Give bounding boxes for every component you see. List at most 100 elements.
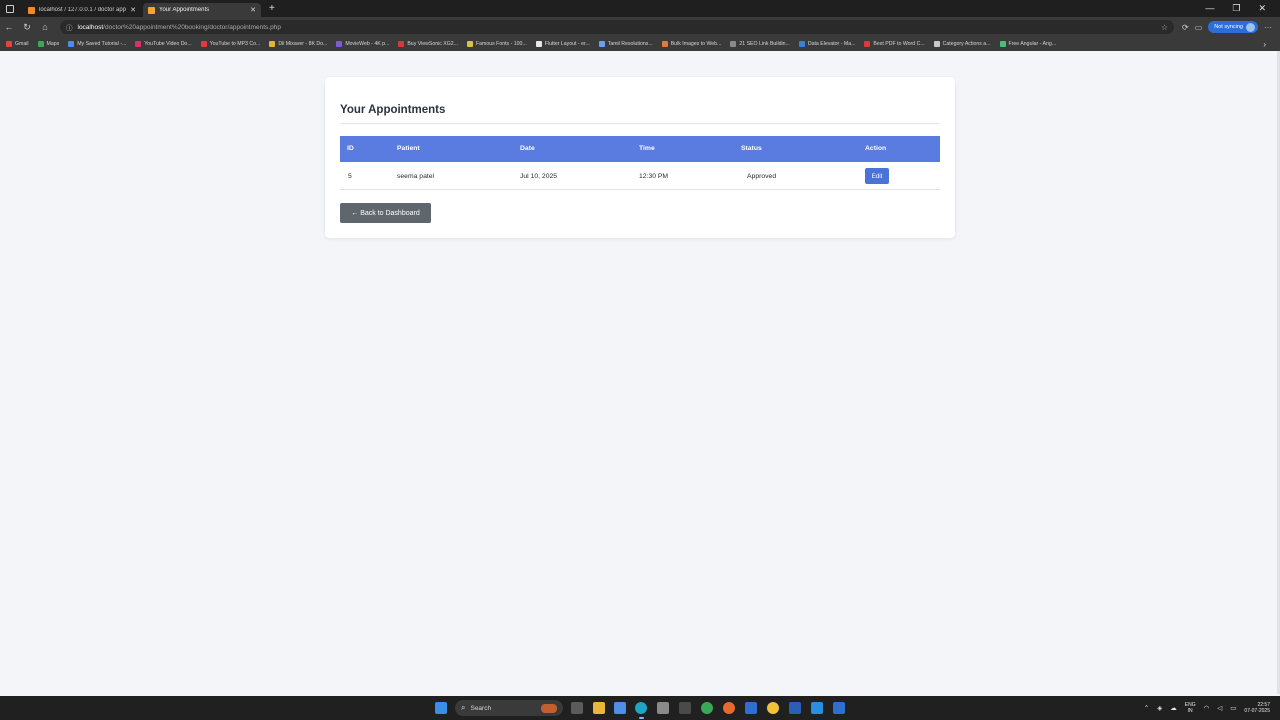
table-header: ID Patient Date Time Status Action (340, 136, 940, 162)
bookmark-item[interactable]: Gmail (6, 41, 29, 47)
region-code: IN (1187, 708, 1193, 714)
file-explorer-icon[interactable] (593, 702, 605, 714)
chevron-up-icon[interactable]: ⌃ (1144, 704, 1149, 712)
task-view-icon[interactable] (571, 702, 583, 714)
page-icon (148, 6, 155, 14)
browser-tab-bar: localhost / 127.0.0.1 / doctor app ✕ You… (0, 0, 1280, 17)
extensions-icon[interactable]: ⟳ (1182, 23, 1189, 32)
cell-patient: seema patel (397, 173, 435, 180)
security-icon[interactable]: ◈ (1157, 704, 1162, 712)
terminal-icon[interactable] (745, 702, 757, 714)
bookmark-item[interactable]: Tamil Resolutions... (598, 41, 653, 47)
restore-icon[interactable]: ❐ (1232, 3, 1240, 14)
bookmark-label: Famous Fonts - 100... (476, 41, 527, 47)
store-icon[interactable] (657, 702, 669, 714)
bookmark-label: Free Angular - Ang... (1008, 41, 1057, 47)
bookmark-label: Dil Mixaver - 8K Do... (278, 41, 328, 47)
clock-date: 07-07-2025 (1244, 708, 1270, 714)
bookmark-icon (661, 41, 668, 47)
firefox-icon[interactable] (723, 702, 735, 714)
bookmarks-bar: Gmail Maps My Saved Tutorial -... YouTube V… (0, 37, 1280, 51)
bookmark-item[interactable]: YouTube Video Do... (135, 41, 192, 47)
bookmark-icon (798, 41, 805, 47)
bookmark-item[interactable]: Bulk Images to Web... (661, 41, 721, 47)
powershell-icon[interactable] (833, 702, 845, 714)
taskbar-search[interactable]: ⌕ Search (455, 700, 563, 716)
column-header-time: Time (639, 145, 655, 152)
appointments-card: Your Appointments ID Patient Date Time S… (325, 77, 955, 238)
bookmark-item[interactable]: MovieWeb - 4K p... (336, 41, 389, 47)
bookmark-label: Category Actions a... (942, 41, 991, 47)
address-bar[interactable]: ⓘ localhost/doctor%20appointment%20booki… (60, 20, 1174, 34)
bookmark-icon (535, 41, 542, 47)
column-header-action: Action (865, 145, 887, 152)
bookmark-item[interactable]: 21 SEO Link Buildin... (730, 41, 790, 47)
edge-icon[interactable] (635, 702, 647, 714)
page-body: Your Appointments ID Patient Date Time S… (0, 51, 1277, 694)
home-icon[interactable]: ⌂ (36, 22, 54, 32)
reload-icon[interactable]: ↻ (18, 22, 36, 33)
bookmark-icon (68, 41, 75, 47)
tab-phpmyadmin[interactable]: localhost / 127.0.0.1 / doctor app ✕ (23, 3, 141, 17)
bookmark-icon (398, 41, 405, 47)
bookmark-label: My Saved Tutorial -... (77, 41, 127, 47)
bookmark-item[interactable]: Flutter Layout - er... (535, 41, 590, 47)
tab-your-appointments[interactable]: Your Appointments ✕ (143, 3, 261, 17)
favorite-star-icon[interactable]: ☆ (1161, 23, 1168, 32)
bookmark-icon (200, 41, 207, 47)
bookmark-label: Tamil Resolutions... (607, 41, 653, 47)
bookmark-icon (598, 41, 605, 47)
onedrive-icon[interactable]: ☁ (1170, 704, 1177, 712)
close-tab-icon[interactable]: ✕ (250, 6, 256, 14)
bookmark-item[interactable]: Category Actions a... (933, 41, 991, 47)
language-indicator[interactable]: ENG IN (1185, 702, 1196, 714)
bookmark-icon (37, 41, 44, 47)
edit-button[interactable]: Edit (865, 168, 889, 184)
bookmark-item[interactable]: Free Angular - Ang... (999, 41, 1057, 47)
bookmark-label: Flutter Layout - er... (544, 41, 590, 47)
vscode-icon[interactable] (811, 702, 823, 714)
new-tab-button[interactable]: + (269, 3, 275, 14)
search-icon: ⌕ (461, 703, 466, 712)
chrome-icon[interactable] (767, 702, 779, 714)
bookmark-item[interactable]: Best PDF to Word C... (864, 41, 925, 47)
profile-button[interactable]: Not syncing (1208, 21, 1258, 33)
word-icon[interactable] (789, 702, 801, 714)
bookmark-item[interactable]: Data Elevator - Ma... (798, 41, 856, 47)
more-menu-icon[interactable]: ··· (1264, 23, 1272, 32)
search-highlight-icon (541, 703, 557, 713)
bookmark-icon (269, 41, 276, 47)
xbox-icon[interactable] (701, 702, 713, 714)
title-divider (340, 123, 940, 124)
wifi-icon[interactable]: ◠ (1204, 704, 1210, 712)
bookmark-item[interactable]: Buy ViewSonic XG2... (398, 41, 458, 47)
close-window-icon[interactable]: ✕ (1258, 3, 1266, 14)
minimize-icon[interactable]: — (1205, 3, 1214, 14)
bookmark-label: Best PDF to Word C... (873, 41, 925, 47)
copilot-icon[interactable] (614, 702, 626, 714)
start-menu-icon[interactable] (435, 702, 447, 714)
back-to-dashboard-button[interactable]: ← Back to Dashboard (340, 203, 431, 223)
cell-id: 5 (348, 173, 352, 180)
bookmark-label: YouTube to MP3 Co... (209, 41, 261, 47)
bookmark-item[interactable]: Famous Fonts - 100... (467, 41, 527, 47)
close-tab-icon[interactable]: ✕ (130, 6, 136, 14)
bookmarks-more-icon[interactable]: › (1263, 40, 1280, 49)
bookmark-icon (999, 41, 1006, 47)
bookmark-label: Data Elevator - Ma... (807, 41, 856, 47)
bookmark-item[interactable]: Maps (37, 41, 59, 47)
split-screen-icon[interactable]: ▭ (1195, 23, 1203, 32)
settings-icon[interactable] (679, 702, 691, 714)
back-arrow-icon[interactable]: ← (0, 22, 18, 32)
tab-actions-icon[interactable] (6, 4, 14, 13)
window-controls: — ❐ ✕ (1205, 3, 1280, 14)
bookmark-item[interactable]: YouTube to MP3 Co... (200, 41, 261, 47)
battery-icon[interactable]: ▭ (1230, 704, 1236, 712)
site-info-icon[interactable]: ⓘ (66, 22, 73, 32)
bookmark-item[interactable]: My Saved Tutorial -... (68, 41, 126, 47)
clock[interactable]: 22:57 07-07-2025 (1244, 702, 1270, 714)
bookmark-item[interactable]: Dil Mixaver - 8K Do... (269, 41, 327, 47)
volume-icon[interactable]: ◁ (1217, 704, 1222, 712)
bookmark-icon (135, 41, 142, 47)
windows-taskbar: ⌕ Search ⌃ ◈ ☁ ENG IN ◠ ◁ ▭ 22:57 07-07-… (0, 696, 1280, 720)
